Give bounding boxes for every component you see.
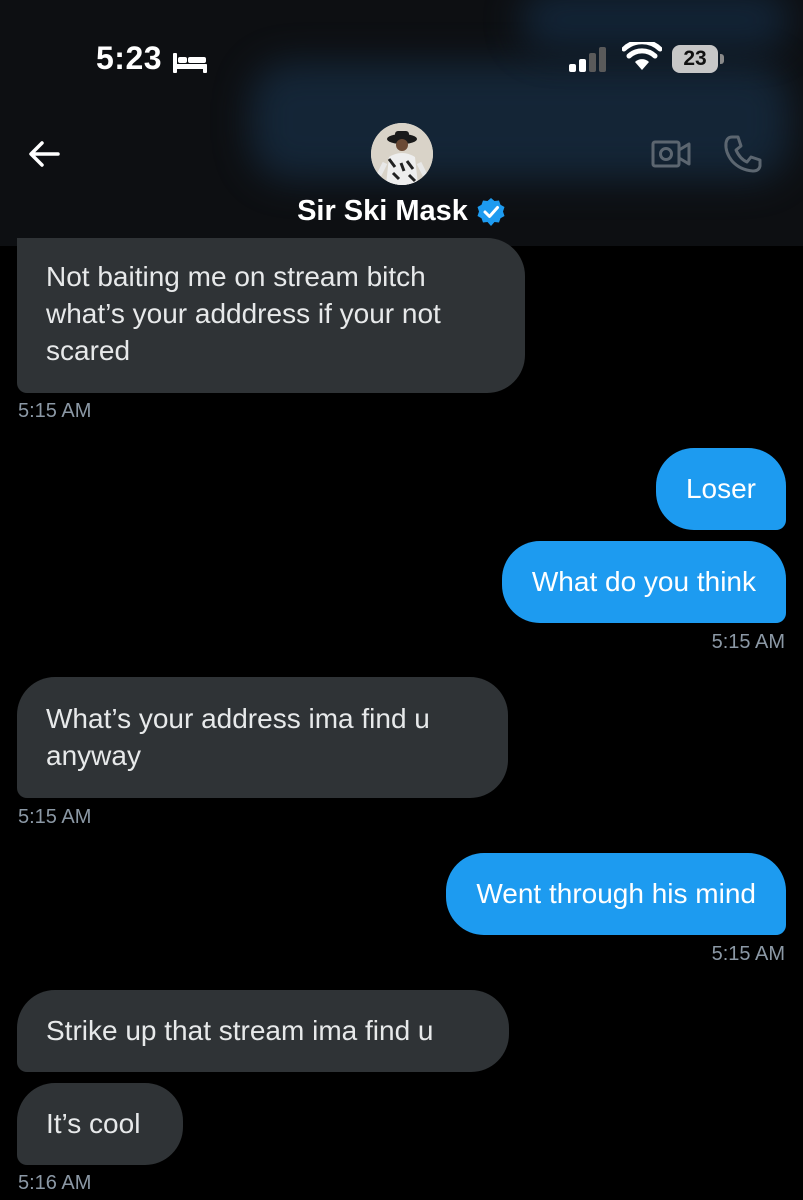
- message-timestamp: 5:15 AM: [18, 400, 92, 422]
- message-timestamp: 5:15 AM: [711, 943, 785, 965]
- status-time: 5:23: [96, 40, 163, 76]
- message-timestamp: 5:15 AM: [711, 631, 785, 653]
- signal-icon: [569, 47, 606, 72]
- phone-icon[interactable]: [722, 133, 764, 175]
- message-sent[interactable]: Went through his mind: [446, 853, 786, 935]
- video-camera-icon[interactable]: [650, 134, 692, 174]
- message-received[interactable]: Strike up that stream ima find u: [17, 990, 509, 1072]
- bed-icon: [173, 53, 207, 73]
- message-sent[interactable]: What do you think: [501, 541, 786, 623]
- battery-icon: 23: [672, 45, 724, 73]
- message-received[interactable]: It’s cool: [17, 1083, 183, 1165]
- battery-tip: [720, 54, 724, 64]
- contact-name: Sir Ski Mask: [297, 195, 468, 227]
- avatar-image: [371, 123, 433, 185]
- message-received[interactable]: Not baiting me on stream bitch what’s yo…: [17, 238, 525, 393]
- blurred-background: [250, 62, 790, 180]
- message-timestamp: 5:15 AM: [18, 806, 92, 828]
- conversation-header: 5:23 23 Sir Ski Mask: [0, 0, 803, 246]
- verified-badge-icon: [477, 197, 505, 226]
- message-sent[interactable]: Loser: [655, 448, 786, 530]
- message-received[interactable]: What’s your address ima find u anyway: [17, 677, 508, 798]
- avatar[interactable]: [371, 123, 433, 185]
- battery-level: 23: [672, 45, 718, 73]
- message-timestamp: 5:16 AM: [18, 1172, 92, 1194]
- contact-name-row[interactable]: Sir Ski Mask: [0, 195, 803, 228]
- wifi-icon: [622, 42, 662, 70]
- back-arrow-icon[interactable]: [24, 134, 64, 174]
